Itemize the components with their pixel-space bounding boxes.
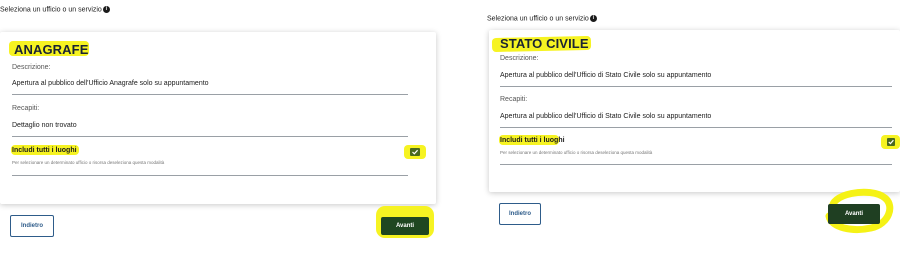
office-card: STATO CIVILE Descrizione: Apertura al pu… <box>489 30 900 192</box>
divider <box>500 86 892 87</box>
contacts-value: Apertura al pubblico dell'Ufficio di Sta… <box>500 113 712 120</box>
divider <box>12 136 408 137</box>
include-all-places-checkbox[interactable] <box>887 138 895 146</box>
back-button[interactable]: Indietro <box>10 215 54 237</box>
toggle-help-text: Per selezionare un determinato ufficio o… <box>12 160 165 165</box>
right-panel: Seleziona un ufficio o un servizio i STAT… <box>487 0 900 259</box>
toggle-help-text: Per selezionare un determinato ufficio o… <box>500 150 653 155</box>
section-heading-text: Seleziona un ufficio o un servizio <box>0 6 102 14</box>
next-button[interactable]: Avanti <box>828 204 880 224</box>
description-value: Apertura al pubblico dell'Ufficio di Sta… <box>500 72 712 79</box>
checkmark-icon <box>412 149 419 155</box>
info-icon[interactable]: i <box>589 15 597 22</box>
include-all-places-label: Includi tutti i luoghi <box>500 137 565 144</box>
office-card: ANAGRAFE Descrizione: Apertura al pubbli… <box>0 32 436 204</box>
section-heading: Seleziona un ufficio o un servizio i <box>487 15 597 22</box>
description-label: Descrizione: <box>12 64 51 71</box>
office-title: ANAGRAFE <box>14 42 89 57</box>
divider <box>500 127 892 128</box>
left-panel: Seleziona un ufficio o un servizio i ANAG… <box>0 0 450 259</box>
divider <box>500 164 892 165</box>
include-all-places-label: Includi tutti i luoghi <box>12 147 77 154</box>
divider <box>12 175 408 176</box>
include-all-places-checkbox[interactable] <box>410 148 420 156</box>
office-title: STATO CIVILE <box>500 36 589 51</box>
back-button[interactable]: Indietro <box>499 203 541 225</box>
contacts-label: Recapiti: <box>500 96 528 103</box>
contacts-label: Recapiti: <box>12 105 40 112</box>
info-icon[interactable]: i <box>102 6 110 13</box>
checkmark-icon <box>888 139 894 145</box>
section-heading: Seleziona un ufficio o un servizio i <box>0 6 110 13</box>
next-button[interactable]: Avanti <box>381 217 429 235</box>
divider <box>12 94 408 95</box>
description-value: Apertura al pubblico dell'Ufficio Anagra… <box>12 80 209 87</box>
description-label: Descrizione: <box>500 55 539 62</box>
section-heading-text: Seleziona un ufficio o un servizio <box>487 15 589 23</box>
contacts-value: Dettaglio non trovato <box>12 122 77 129</box>
